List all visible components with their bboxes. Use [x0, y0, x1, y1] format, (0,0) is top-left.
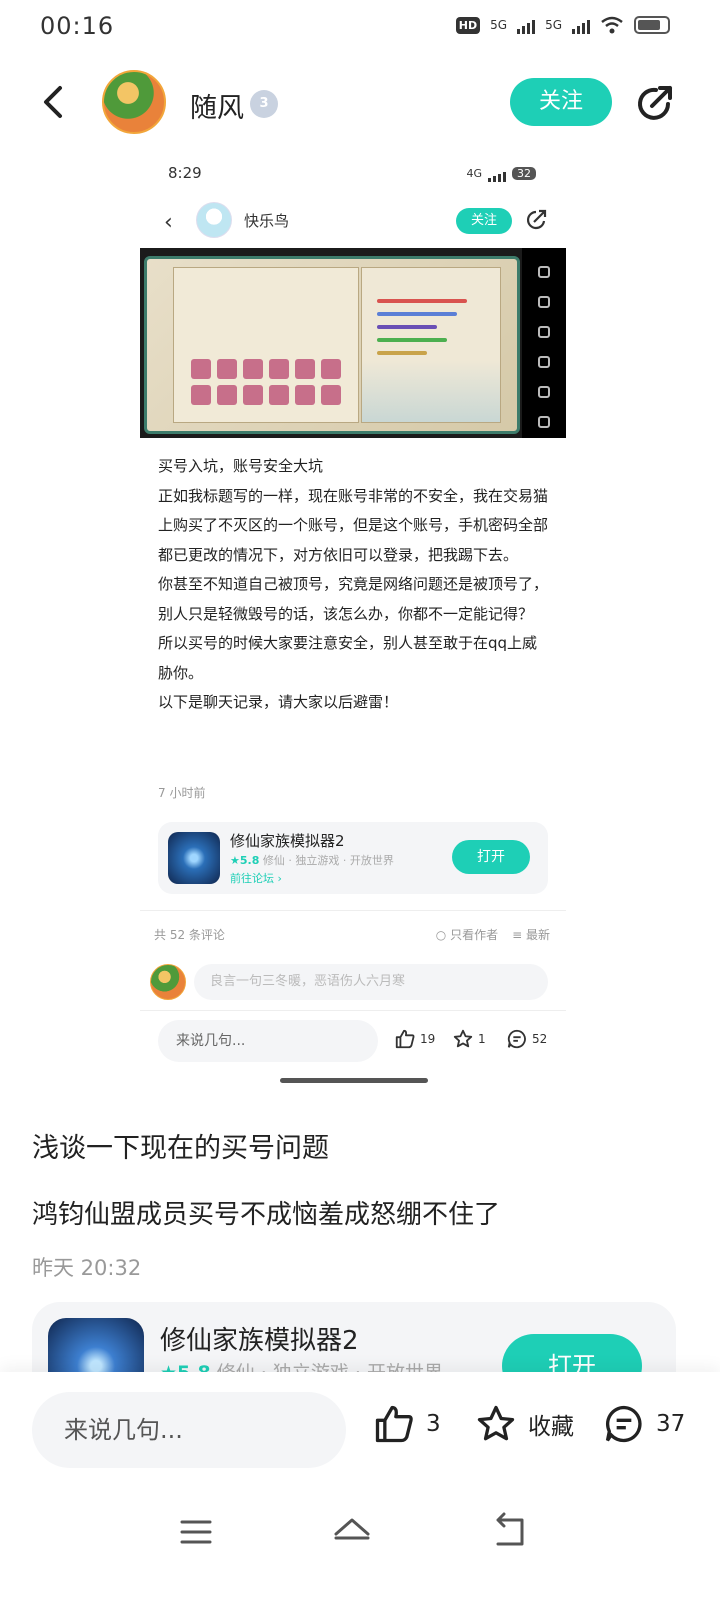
favorite-label: 收藏	[528, 1414, 574, 1440]
comment-icon	[605, 1405, 642, 1443]
embedded-paragraph: 你甚至不知道自己被顶号，究竟是网络问题还是被顶号了，别人只是轻微毁号的话，该怎么…	[158, 575, 549, 623]
status-bar: 00:16 HD 5G 5G	[0, 0, 720, 56]
embedded-signal-icon	[488, 164, 506, 182]
embedded-bottom-bar: 来说几句... 19 1 52	[140, 1018, 566, 1064]
status-icons: HD 5G 5G	[455, 16, 670, 34]
game-stat-bars	[377, 299, 477, 364]
embedded-status-icons: 4G 32	[466, 164, 536, 182]
embedded-app-tags: 修仙 · 独立游戏 · 开放世界	[262, 854, 394, 867]
post-time: 昨天 20:32	[32, 1256, 142, 1280]
system-nav-bar	[0, 1492, 720, 1600]
hd-icon: HD	[455, 16, 481, 34]
header: 随风 3 关注	[0, 62, 720, 146]
avatar[interactable]	[102, 70, 166, 134]
user-name[interactable]: 随风	[190, 86, 244, 125]
back-icon[interactable]	[38, 82, 68, 122]
embedded-app-card: 修仙家族模拟器2 ★5.8 修仙 · 独立游戏 · 开放世界 前往论坛 › 打开	[158, 822, 548, 894]
embedded-status-time: 8:29	[168, 164, 202, 182]
embedded-comment-icon	[507, 1029, 526, 1049]
comments-button[interactable]: 37	[602, 1402, 685, 1446]
embedded-screenshot[interactable]: 8:29 4G 32 ‹ 快乐鸟 关注 买号入坑，账号安全大坑 正如我标题写的一…	[140, 150, 566, 1090]
embedded-network: 4G	[466, 166, 482, 180]
embedded-paragraph: 正如我标题写的一样，现在账号非常的不安全，我在交易猫上购买了不灭区的一个账号，但…	[158, 486, 549, 564]
status-time: 00:16	[40, 12, 115, 40]
network-label-2: 5G	[545, 18, 562, 32]
embedded-forum-link: 前往论坛 ›	[230, 872, 282, 885]
menu-icon[interactable]	[176, 1512, 216, 1552]
embedded-app-meta: ★5.8 修仙 · 独立游戏 · 开放世界	[230, 852, 394, 868]
embedded-author-only: ○ 只看作者	[435, 928, 499, 942]
embedded-header: ‹ 快乐鸟 关注	[140, 200, 566, 244]
post-subtitle: 鸿钧仙盟成员买号不成恼羞成怒绷不住了	[32, 1200, 501, 1230]
embedded-app-icon	[168, 832, 220, 884]
embedded-like: 19	[394, 1028, 435, 1050]
embedded-battery: 32	[512, 166, 536, 180]
embedded-paragraph: 所以买号的时候大家要注意安全，别人甚至敢于在qq上威胁你。	[158, 634, 538, 682]
embedded-follow-button: 关注	[456, 208, 512, 234]
favorite-button[interactable]: 收藏	[474, 1402, 574, 1446]
network-label-1: 5G	[490, 18, 508, 32]
embedded-paragraph: 以下是聊天记录，请大家以后避雷！	[158, 693, 399, 711]
level-badge: 3	[250, 90, 278, 118]
embedded-say-input: 来说几句...	[158, 1020, 378, 1062]
embedded-comment-input-row: 良言一句三冬暖，恶语伤人六月寒	[150, 962, 550, 1002]
like-count: 3	[426, 1411, 441, 1437]
embedded-comments: 52	[506, 1028, 547, 1050]
battery-icon	[634, 16, 670, 34]
wifi-icon	[601, 16, 623, 34]
embedded-back-icon: ‹	[164, 210, 173, 235]
embedded-open-button: 打开	[452, 840, 530, 874]
back-nav-icon[interactable]	[490, 1512, 530, 1552]
embedded-app-rating: ★5.8	[230, 854, 260, 867]
divider	[140, 910, 566, 911]
follow-button[interactable]: 关注	[510, 78, 612, 126]
game-panel	[144, 256, 520, 434]
game-screenshot	[140, 248, 566, 438]
embedded-home-indicator	[280, 1078, 428, 1083]
bottom-action-bar: 来说几句... 3 收藏 37	[0, 1372, 720, 1492]
like-button[interactable]: 3	[372, 1402, 441, 1446]
embedded-post-title: 买号入坑，账号安全大坑	[158, 457, 324, 475]
home-icon[interactable]	[332, 1512, 372, 1552]
divider	[140, 1010, 566, 1011]
game-side-toolbar	[522, 248, 566, 438]
embedded-star-icon	[453, 1029, 473, 1048]
star-icon	[477, 1405, 515, 1441]
app-name: 修仙家族模拟器2	[160, 1326, 359, 1356]
embedded-post-time: 7 小时前	[158, 786, 206, 800]
embedded-user-name: 快乐鸟	[244, 212, 290, 230]
embedded-comment-count: 共 52 条评论	[154, 928, 225, 942]
game-item-grid	[191, 359, 341, 405]
comment-input[interactable]: 来说几句...	[32, 1392, 346, 1468]
signal-icon	[517, 16, 536, 34]
embedded-commenter-avatar	[150, 964, 186, 1000]
embedded-avatar	[196, 202, 232, 238]
post-title: 浅谈一下现在的买号问题	[32, 1133, 329, 1164]
comment-count: 37	[656, 1411, 686, 1437]
embedded-sort: ≡ 最新	[512, 928, 550, 942]
embedded-post-body: 买号入坑，账号安全大坑 正如我标题写的一样，现在账号非常的不安全，我在交易猫上购…	[158, 452, 550, 718]
thumbs-up-icon	[375, 1405, 413, 1443]
embedded-share-icon	[527, 209, 547, 230]
embedded-comment-input: 良言一句三冬暖，恶语伤人六月寒	[194, 964, 548, 1000]
embedded-favorite: 1	[452, 1028, 486, 1050]
signal-icon-2	[572, 16, 590, 34]
embedded-comments-header: 共 52 条评论 ○ 只看作者 ≡ 最新	[154, 926, 550, 943]
embedded-thumbs-up-icon	[395, 1029, 415, 1049]
embedded-app-name: 修仙家族模拟器2	[230, 832, 345, 850]
share-icon[interactable]	[634, 82, 676, 124]
